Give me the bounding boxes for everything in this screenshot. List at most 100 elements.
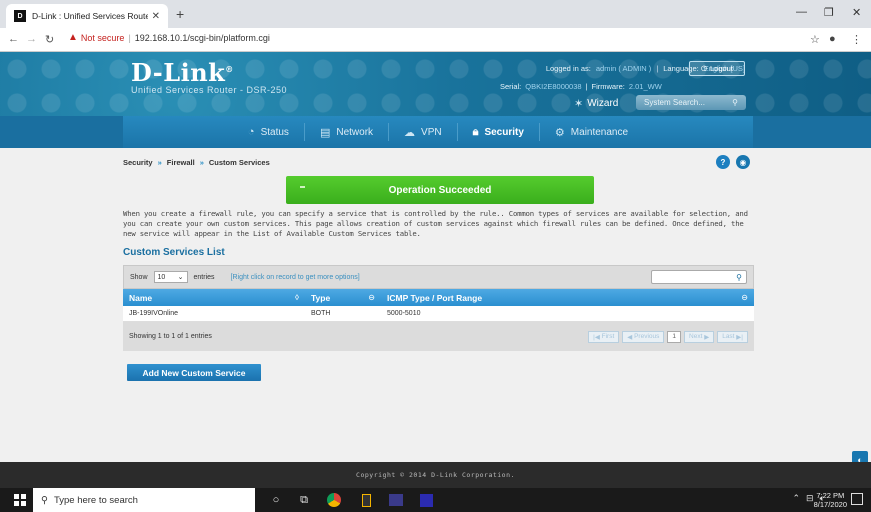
- entries-select[interactable]: 10 ⌄: [153, 271, 188, 283]
- monitor-icon: ▤: [319, 126, 331, 139]
- show-label: Show: [130, 273, 148, 281]
- breadcrumb-security[interactable]: Security: [123, 158, 153, 167]
- power-icon: ⏻: [701, 63, 707, 73]
- chevron-down-icon: ⌄: [177, 274, 184, 281]
- next-page-button[interactable]: Next ▶: [684, 330, 715, 343]
- cell-port-range: 5000-5010: [387, 310, 421, 317]
- previous-page-button[interactable]: ◀ Previous: [622, 330, 665, 343]
- windows-taskbar: ⚲ Type here to search ○ ⧉ ⌃ ⊟ 🔈︎ 7:22 PM…: [0, 488, 871, 512]
- gears-icon: ⚙: [554, 126, 565, 139]
- chevron-up-icon[interactable]: ⌃: [793, 493, 801, 504]
- main-nav: ◔ Status ▤ Network ☁ VPN 🔒︎ Security ⚙ M…: [0, 116, 871, 148]
- firmware-label: Firmware:: [591, 82, 625, 91]
- url-field[interactable]: ▲ Not secure | 192.168.10.1/scgi-bin/pla…: [68, 32, 270, 43]
- forward-icon[interactable]: →: [26, 33, 37, 45]
- firmware-value: 2.01_WW: [628, 82, 662, 91]
- logged-in-label: Logged in as:: [545, 64, 591, 73]
- section-title: Custom Services List: [123, 247, 225, 258]
- cloud-icon: ☁: [404, 126, 416, 139]
- profile-icon[interactable]: ●: [829, 33, 836, 45]
- info-icon[interactable]: ◉: [736, 155, 750, 169]
- pagination: |◀ First ◀ Previous 1 Next ▶ Last ▶|: [588, 330, 748, 343]
- chrome-icon[interactable]: [326, 492, 342, 508]
- gauge-icon: ◔: [247, 126, 255, 138]
- minimize-icon[interactable]: —: [796, 6, 807, 18]
- task-view-icon[interactable]: ⧉: [296, 492, 312, 508]
- url-separator: |: [128, 32, 131, 43]
- tab-title: D-Link : Unified Services Router: [32, 11, 148, 21]
- first-page-button[interactable]: |◀ First: [588, 330, 620, 343]
- nav-vpn[interactable]: ☁ VPN: [389, 123, 458, 141]
- close-window-icon[interactable]: ✕: [852, 6, 861, 19]
- network-icon[interactable]: ⊟: [806, 493, 814, 504]
- product-name: Unified Services Router - DSR-250: [131, 85, 288, 95]
- table-search-input[interactable]: ⚲: [651, 270, 747, 284]
- windows-start-icon[interactable]: [14, 494, 26, 506]
- search-icon: ⚲: [41, 494, 48, 506]
- reload-icon[interactable]: ↻: [45, 33, 54, 46]
- nav-maintenance[interactable]: ⚙ Maintenance: [540, 123, 643, 141]
- nav-network[interactable]: ▤ Network: [305, 123, 390, 141]
- page-footer: Copyright © 2014 D-Link Corporation.: [0, 462, 871, 488]
- url-text: 192.168.10.1/scgi-bin/platform.cgi: [134, 32, 270, 43]
- dlink-favicon-icon: D: [14, 10, 26, 22]
- nav-status[interactable]: ◔ Status: [233, 123, 305, 141]
- column-type[interactable]: Type ⊖: [305, 289, 381, 306]
- page-1-button[interactable]: 1: [667, 330, 682, 343]
- breadcrumb-firewall[interactable]: Firewall: [167, 158, 195, 167]
- tab-close-icon[interactable]: ✕: [152, 11, 160, 22]
- cell-type: BOTH: [311, 310, 331, 317]
- browser-tab[interactable]: D D-Link : Unified Services Router ✕: [6, 4, 168, 28]
- logout-button[interactable]: ⏻ Logout: [689, 61, 745, 76]
- search-icon: ⚲: [736, 272, 742, 282]
- table-footer: Showing 1 to 1 of 1 entries |◀ First ◀ P…: [123, 322, 754, 351]
- column-port-range[interactable]: ICMP Type / Port Range ⊖: [381, 289, 754, 306]
- app-icon[interactable]: [358, 492, 374, 508]
- add-custom-service-button[interactable]: Add New Custom Service: [127, 364, 261, 381]
- page-description: When you create a firewall rule, you can…: [123, 209, 748, 238]
- cortana-icon[interactable]: ○: [268, 492, 284, 508]
- entries-label: entries: [193, 273, 215, 281]
- sort-icon[interactable]: ◊: [295, 293, 299, 302]
- address-bar: ← → ↻ ▲ Not secure | 192.168.10.1/scgi-b…: [0, 28, 871, 52]
- last-page-button[interactable]: Last ▶|: [717, 330, 748, 343]
- breadcrumb: Security » Firewall » Custom Services: [123, 158, 270, 167]
- table-header: Name ◊ Type ⊖ ICMP Type / Port Range ⊖: [123, 289, 754, 306]
- table-toolbar: Show 10 ⌄ entries [Right click on record…: [123, 265, 754, 289]
- search-icon[interactable]: ⚲: [732, 98, 738, 107]
- taskbar-search[interactable]: ⚲ Type here to search: [33, 488, 255, 512]
- nav-security[interactable]: 🔒︎ Security: [458, 123, 540, 141]
- warning-icon: ▲: [68, 32, 78, 43]
- right-click-hint: [Right click on record to get more optio…: [230, 273, 360, 281]
- wizard-wand-icon: ✶: [574, 98, 584, 110]
- device-info: Serial: QBKI2E8000038 | Firmware: 2.01_W…: [500, 82, 662, 91]
- app-icon[interactable]: [418, 492, 434, 508]
- column-name[interactable]: Name ◊: [123, 289, 305, 306]
- success-message: Operation Succeeded: [388, 184, 492, 196]
- serial-label: Serial:: [500, 82, 522, 91]
- cell-name: JB-199IVOnline: [129, 310, 179, 317]
- nav-bar: ◔ Status ▤ Network ☁ VPN 🔒︎ Security ⚙ M…: [123, 116, 753, 148]
- maximize-icon[interactable]: ❐: [824, 6, 834, 19]
- table-row[interactable]: JB-199IVOnline BOTH 5000-5010: [123, 306, 754, 322]
- browser-tab-bar: D D-Link : Unified Services Router ✕ + —…: [0, 0, 871, 28]
- bookmark-star-icon[interactable]: ☆: [810, 33, 820, 46]
- help-icons: ? ◉: [716, 155, 750, 169]
- sort-icon[interactable]: ⊖: [368, 293, 375, 302]
- system-search-input[interactable]: System Search... ⚲: [636, 95, 746, 110]
- menu-kebab-icon[interactable]: ⋮: [851, 33, 862, 46]
- new-tab-icon[interactable]: +: [176, 6, 184, 22]
- app-icon[interactable]: [388, 492, 404, 508]
- serial-value: QBKI2E8000038: [525, 82, 582, 91]
- wizard-link[interactable]: ✶ Wizard: [574, 97, 618, 110]
- custom-services-table: Show 10 ⌄ entries [Right click on record…: [123, 265, 754, 351]
- help-icon[interactable]: ?: [716, 155, 730, 169]
- logged-in-user: admin ( ADMIN ): [595, 64, 652, 73]
- sort-icon[interactable]: ⊖: [741, 293, 748, 302]
- notification-icon[interactable]: [851, 493, 863, 505]
- back-icon[interactable]: ←: [8, 33, 19, 45]
- taskbar-clock[interactable]: 7:22 PM 8/17/2020: [814, 491, 847, 509]
- dlink-logo: D-Link®: [131, 58, 234, 87]
- collapse-icon[interactable]: [300, 186, 305, 188]
- lock-icon: 🔒︎: [472, 125, 479, 138]
